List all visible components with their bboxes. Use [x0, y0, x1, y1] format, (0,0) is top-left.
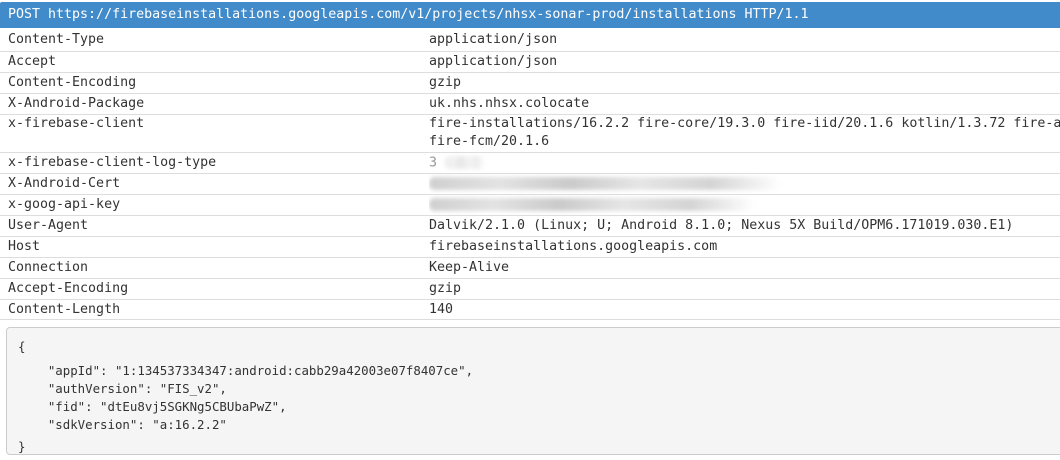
header-key: x-firebase-client — [8, 116, 145, 131]
request-body: { "appId": "1:134537334347:android:cabb2… — [6, 327, 1060, 455]
redaction-blur — [445, 153, 486, 172]
body-line: "appId": "1:134537334347:android:cabb29a… — [18, 363, 474, 378]
header-row: Connection Keep-Alive — [0, 257, 1060, 278]
body-line: "fid": "dtEu8vj5SGKNg5CBUbaPwZ", — [18, 399, 287, 414]
header-key: X-Android-Cert — [8, 176, 121, 191]
header-row: Content-Length 140 — [0, 299, 1060, 320]
body-line: "authVersion": "FIS_v2", — [18, 381, 227, 396]
header-key: Content-Type — [8, 32, 105, 47]
header-value-redacted: 3 — [429, 153, 1060, 173]
header-value: fire-installations/16.2.2 fire-core/19.3… — [429, 116, 1060, 149]
header-key: x-goog-api-key — [8, 197, 121, 212]
headers-table: Content-Type application/json Accept app… — [0, 30, 1060, 320]
header-row: x-firebase-client fire-installations/16.… — [0, 114, 1060, 152]
body-close-brace: } — [18, 439, 26, 454]
header-row: X-Android-Cert — [0, 173, 1060, 194]
body-open-brace: { — [18, 339, 26, 354]
header-row: X-Android-Package uk.nhs.nhsx.colocate — [0, 93, 1060, 114]
header-key: Accept-Encoding — [8, 281, 129, 296]
header-value: uk.nhs.nhsx.colocate — [429, 96, 590, 111]
header-key: User-Agent — [8, 218, 89, 233]
header-row: x-firebase-client-log-type 3 — [0, 152, 1060, 173]
header-value: application/json — [429, 32, 558, 47]
header-key: X-Android-Package — [8, 96, 145, 111]
redaction-blur — [429, 195, 755, 214]
header-key: Host — [8, 239, 41, 254]
request-line: POST https://firebaseinstallations.googl… — [0, 2, 1060, 28]
header-value-redacted — [429, 195, 1060, 215]
header-row: User-Agent Dalvik/2.1.0 (Linux; U; Andro… — [0, 215, 1060, 236]
header-row: Content-Type application/json — [0, 30, 1060, 51]
header-value: Keep-Alive — [429, 260, 510, 275]
body-line: "sdkVersion": "a:16.2.2" — [18, 417, 227, 432]
header-value: Dalvik/2.1.0 (Linux; U; Android 8.1.0; N… — [429, 218, 1014, 233]
header-row: Host firebaseinstallations.googleapis.co… — [0, 236, 1060, 257]
header-key: Content-Encoding — [8, 75, 137, 90]
header-value: gzip — [429, 75, 462, 90]
header-key: Accept — [8, 54, 57, 69]
header-key: x-firebase-client-log-type — [8, 155, 217, 170]
header-key: Connection — [8, 260, 89, 275]
header-row: Content-Encoding gzip — [0, 72, 1060, 93]
header-row: x-goog-api-key — [0, 194, 1060, 215]
header-value: gzip — [429, 281, 462, 296]
header-row: Accept-Encoding gzip — [0, 278, 1060, 299]
header-value: 140 — [429, 302, 454, 317]
header-key: Content-Length — [8, 302, 121, 317]
header-value: application/json — [429, 54, 558, 69]
redaction-blur — [429, 174, 781, 193]
header-row: Accept application/json — [0, 51, 1060, 72]
header-value: firebaseinstallations.googleapis.com — [429, 239, 718, 254]
header-value: 3 — [429, 155, 438, 171]
header-value-redacted — [429, 174, 1060, 194]
